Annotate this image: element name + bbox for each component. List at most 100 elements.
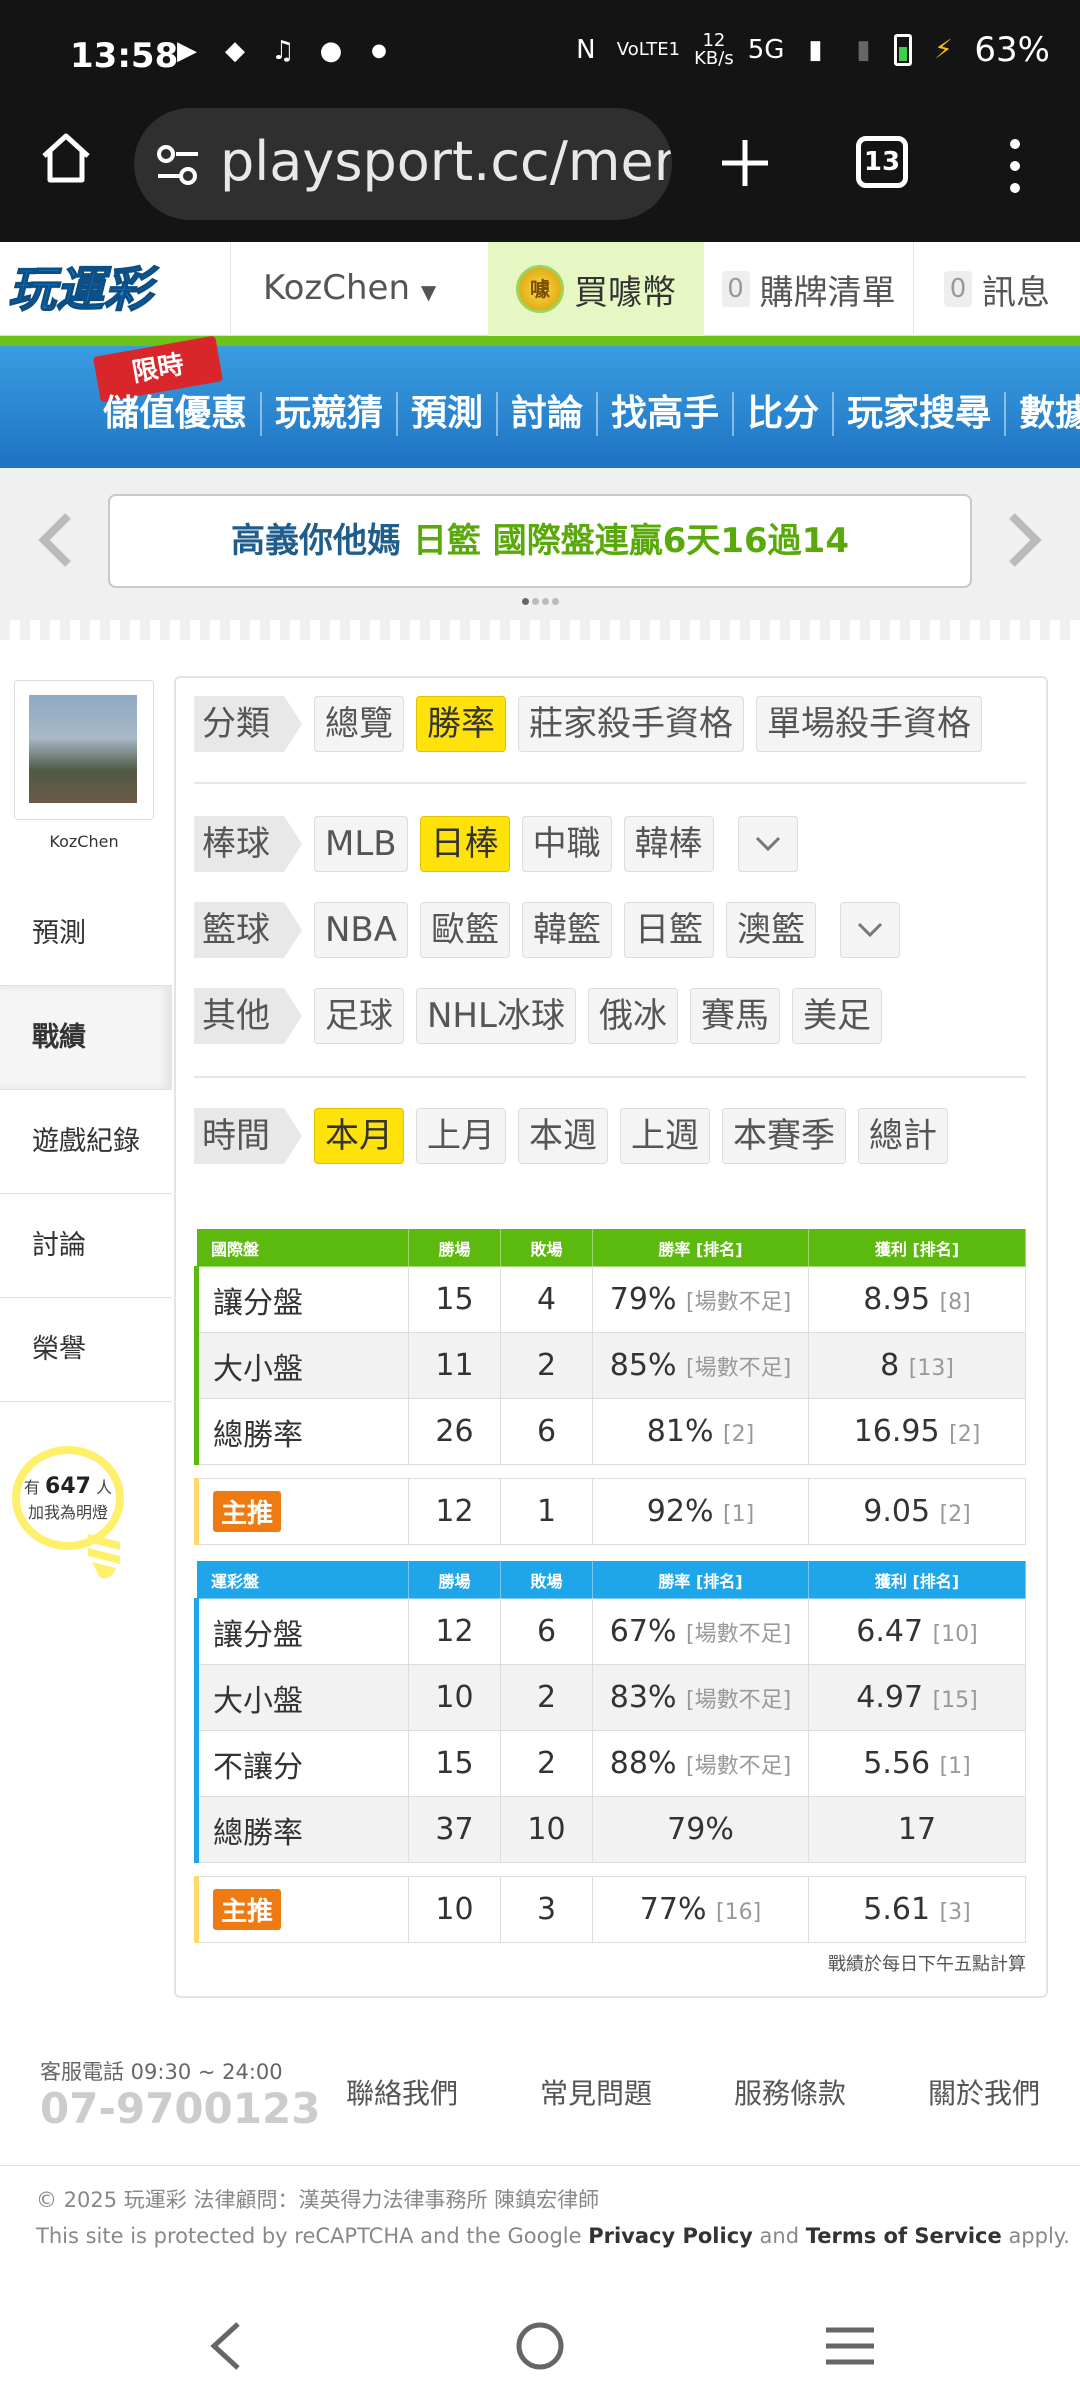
filter-baseball: 棒球 MLB 日棒 中職 韓棒 (194, 816, 798, 872)
url-field[interactable]: playsport.cc/mer (134, 108, 672, 220)
menu-item-predict[interactable]: 預測 (398, 392, 499, 436)
privacy-link[interactable]: Privacy Policy (588, 2224, 753, 2248)
recents-icon[interactable] (820, 2318, 880, 2374)
menu-item-guess[interactable]: 玩競猜 (262, 392, 399, 436)
chevron-right-icon[interactable] (1004, 510, 1044, 570)
filter-label: 棒球 (194, 816, 302, 872)
home-icon[interactable] (36, 128, 96, 188)
filter-label: 分類 (194, 696, 302, 752)
site-logo[interactable]: 玩運彩 (4, 250, 176, 326)
time-last-month[interactable]: 上月 (416, 1108, 506, 1164)
net-speed: 12 KB/s (694, 30, 734, 69)
volte-indicator: VoLTE1 (616, 39, 681, 60)
menu-item-scores[interactable]: 比分 (734, 392, 835, 436)
table-header: 國際盤 勝場 敗場 勝率 [排名] 獲利 [排名] (196, 1228, 1026, 1267)
table-row: 主推 10 3 77% [16] 5.61 [3] (194, 1876, 1026, 1943)
site-settings-icon[interactable] (154, 142, 202, 188)
league-kbl[interactable]: 韓籃 (522, 902, 613, 958)
push-badge: 主推 (213, 1889, 282, 1930)
battery-icon (894, 34, 913, 66)
user-menu[interactable]: KozChen ▼ (230, 268, 436, 308)
tab-single-killer[interactable]: 單場殺手資格 (756, 696, 982, 752)
league-jbl[interactable]: 日籃 (624, 902, 715, 958)
filter-label: 時間 (194, 1108, 302, 1164)
footer-link-terms[interactable]: 服務條款 (734, 2072, 846, 2112)
time-last-week[interactable]: 上週 (620, 1108, 710, 1164)
expand-baseball-button[interactable] (737, 816, 798, 872)
status-bar: 13:58 ▶ ◆ ♫ ● ● N VoLTE1 12 KB/s 5G ▮ ▮ ⚡… (0, 0, 1080, 116)
league-euro[interactable]: 歐籃 (420, 902, 511, 958)
time-season[interactable]: 本賽季 (722, 1108, 846, 1164)
home-circle-icon[interactable] (510, 2318, 570, 2374)
table-row: 大小盤 11 2 85% [場數不足] 8 [13] (194, 1332, 1026, 1399)
tab-win-rate[interactable]: 勝率 (416, 696, 506, 752)
more-menu-icon[interactable] (1000, 136, 1030, 196)
push-badge: 主推 (213, 1491, 282, 1532)
recaptcha-notice: This site is protected by reCAPTCHA and … (36, 2224, 1070, 2248)
league-khl[interactable]: 俄冰 (587, 988, 678, 1044)
table-row: 讓分盤 12 6 67% [場數不足] 6.47 [10] (194, 1598, 1026, 1665)
league-horse[interactable]: 賽馬 (689, 988, 780, 1044)
time-this-month[interactable]: 本月 (314, 1108, 404, 1164)
menu-item-experts[interactable]: 找高手 (598, 392, 735, 436)
time-this-week[interactable]: 本週 (518, 1108, 608, 1164)
avatar[interactable] (14, 680, 154, 820)
filter-label: 籃球 (194, 902, 302, 958)
league-nhl[interactable]: NHL冰球 (416, 988, 576, 1044)
chevron-left-icon[interactable] (36, 510, 76, 570)
site-header: 玩運彩 KozChen ▼ 噱 買噱幣 0 購牌清單 0 訊息 (0, 242, 1080, 336)
side-item-predict[interactable]: 預測 (0, 882, 172, 986)
league-mlb[interactable]: MLB (314, 816, 408, 872)
side-item-game-log[interactable]: 遊戲紀錄 (0, 1090, 172, 1194)
menu-item-topup[interactable]: 儲值優惠 (90, 392, 263, 436)
league-soccer[interactable]: 足球 (314, 988, 404, 1044)
league-npb[interactable]: 日棒 (419, 816, 510, 872)
side-item-forum[interactable]: 討論 (0, 1194, 172, 1298)
copyright: © 2025 玩運彩 法律顧問：漢英得力法律事務所 陳鎮宏律師 (36, 2188, 600, 2212)
new-tab-icon[interactable] (718, 136, 772, 190)
filter-other: 其他 足球 NHL冰球 俄冰 賽馬 美足 (194, 988, 882, 1044)
messages-button[interactable]: 0 訊息 (914, 242, 1080, 336)
table-header: 運彩盤 勝場 敗場 勝率 [排名] 獲利 [排名] (196, 1560, 1026, 1599)
footer-link-contact[interactable]: 聯絡我們 (346, 2072, 458, 2112)
back-icon[interactable] (198, 2318, 258, 2374)
footer-link-faq[interactable]: 常見問題 (540, 2072, 652, 2112)
table-row: 讓分盤 15 4 79% [場數不足] 8.95 [8] (194, 1266, 1026, 1333)
carousel-dots (522, 598, 559, 605)
tab-switcher-button[interactable]: 13 (856, 136, 908, 188)
intl-push-table: 主推 12 1 92% [1] 9.05 [2] (194, 1478, 1026, 1545)
battery-level: 63% (974, 30, 1050, 70)
calc-note: 戰績於每日下午五點計算 (828, 1954, 1026, 1975)
footer-link-about[interactable]: 關於我們 (928, 2072, 1040, 2112)
terms-link[interactable]: Terms of Service (806, 2224, 1002, 2248)
charging-icon: ⚡ (934, 35, 953, 65)
league-nbl[interactable]: 澳籃 (726, 902, 817, 958)
buy-coin-button[interactable]: 噱 買噱幣 (488, 242, 704, 336)
league-kbo[interactable]: 韓棒 (623, 816, 714, 872)
menu-item-forum[interactable]: 討論 (498, 392, 599, 436)
cart-button[interactable]: 0 購牌清單 (704, 242, 914, 336)
cart-count: 0 (721, 271, 750, 307)
promo-banner[interactable]: 高義你他媽 日籃 國際盤連贏6天16過14 (108, 494, 972, 588)
footer: 客服電話 09:30 ~ 24:00 07-9700123 聯絡我們 常見問題 … (0, 2036, 1080, 2166)
league-cpbl[interactable]: 中職 (521, 816, 612, 872)
menu-item-player-search[interactable]: 玩家搜尋 (834, 392, 1007, 436)
side-item-honor[interactable]: 榮譽 (0, 1298, 172, 1402)
league-nfl[interactable]: 美足 (791, 988, 882, 1044)
carrefour-icon: ◆ (225, 36, 245, 66)
nfc-icon: N (576, 35, 596, 65)
hotline-number[interactable]: 07-9700123 (40, 2084, 320, 2133)
league-nba[interactable]: NBA (314, 902, 409, 958)
side-item-record[interactable]: 戰績 (0, 986, 172, 1090)
expand-basketball-button[interactable] (840, 902, 901, 958)
lightbulb-icon (88, 1534, 120, 1579)
lottery-record-table: 運彩盤 勝場 敗場 勝率 [排名] 獲利 [排名] 讓分盤 12 6 67% [場數… (194, 1560, 1026, 1863)
hotline-label: 客服電話 09:30 ~ 24:00 (40, 2060, 283, 2084)
music-icon: ♫ (271, 36, 295, 66)
time-total[interactable]: 總計 (858, 1108, 948, 1164)
table-row: 不讓分 15 2 88% [場數不足] 5.56 [1] (194, 1730, 1026, 1797)
tab-banker-killer[interactable]: 莊家殺手資格 (518, 696, 744, 752)
lottery-push-table: 主推 10 3 77% [16] 5.61 [3] (194, 1876, 1026, 1943)
tab-overview[interactable]: 總覽 (314, 696, 404, 752)
menu-item-data[interactable]: 數據 (1006, 392, 1080, 436)
